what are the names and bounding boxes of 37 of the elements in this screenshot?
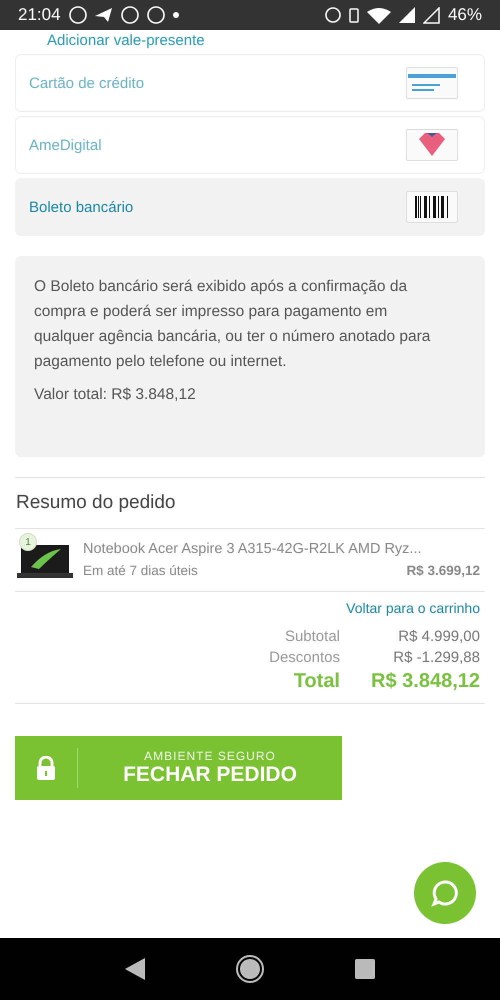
- quantity-badge: 1: [19, 533, 37, 551]
- paper-plane-icon: [94, 7, 113, 23]
- lock-icon: [36, 756, 56, 780]
- back-nav-button[interactable]: [125, 958, 145, 980]
- payment-option[interactable]: AmeDigital: [15, 116, 485, 174]
- wifi-icon: [366, 6, 391, 24]
- heart-icon: [417, 133, 447, 157]
- boleto-total: Valor total: R$ 3.848,12: [34, 385, 197, 405]
- back-to-cart-link[interactable]: Voltar para o carrinho: [346, 600, 480, 616]
- product-price: R$ 3.699,12: [406, 562, 480, 578]
- signal-icon: [398, 7, 415, 23]
- checkout-button[interactable]: AMBIENTE SEGURO FECHAR PEDIDO: [15, 736, 342, 800]
- total-value: R$ 3.848,12: [370, 670, 480, 693]
- total-value: R$ 4.999,00: [397, 628, 480, 645]
- payment-label: AmeDigital: [29, 136, 102, 154]
- home-nav-button[interactable]: [235, 954, 265, 984]
- total-label: Subtotal: [284, 628, 340, 645]
- boleto-description: O Boleto bancário será exibido após a confirmação da compra e poderá ser impresso para pagamento em qualquer agência bancária, ou ter o número anotado para pagamento pelo telefone ou internet.: [34, 277, 432, 372]
- chat-icon: [431, 879, 459, 907]
- status-time: 21:04: [18, 5, 61, 25]
- battery-percent: 46%: [448, 5, 482, 25]
- summary-title: Resumo do pedido: [16, 492, 176, 514]
- product-name: Notebook Acer Aspire 3 A315-42G-R2LK AMD Ryz...: [83, 540, 422, 556]
- alarm-icon: [324, 7, 341, 23]
- payment-label: Cartão de crédito: [29, 74, 144, 92]
- payment-option[interactable]: Boleto bancário: [15, 178, 485, 236]
- payment-label: Boleto bancário: [29, 198, 134, 216]
- vibrate-icon: [348, 8, 359, 22]
- total-label: Total: [292, 670, 340, 693]
- barcode-icon: [415, 196, 449, 218]
- delivery-time: Em até 7 dias úteis: [83, 562, 198, 578]
- dot-icon: [172, 12, 179, 18]
- signal-icon: [422, 6, 440, 24]
- total-value: R$ -1.299,88: [392, 649, 480, 666]
- payment-option[interactable]: Cartão de crédito: [15, 54, 485, 112]
- gift-card-link[interactable]: Adicionar vale-presente: [47, 32, 205, 50]
- total-label: Descontos: [269, 649, 340, 666]
